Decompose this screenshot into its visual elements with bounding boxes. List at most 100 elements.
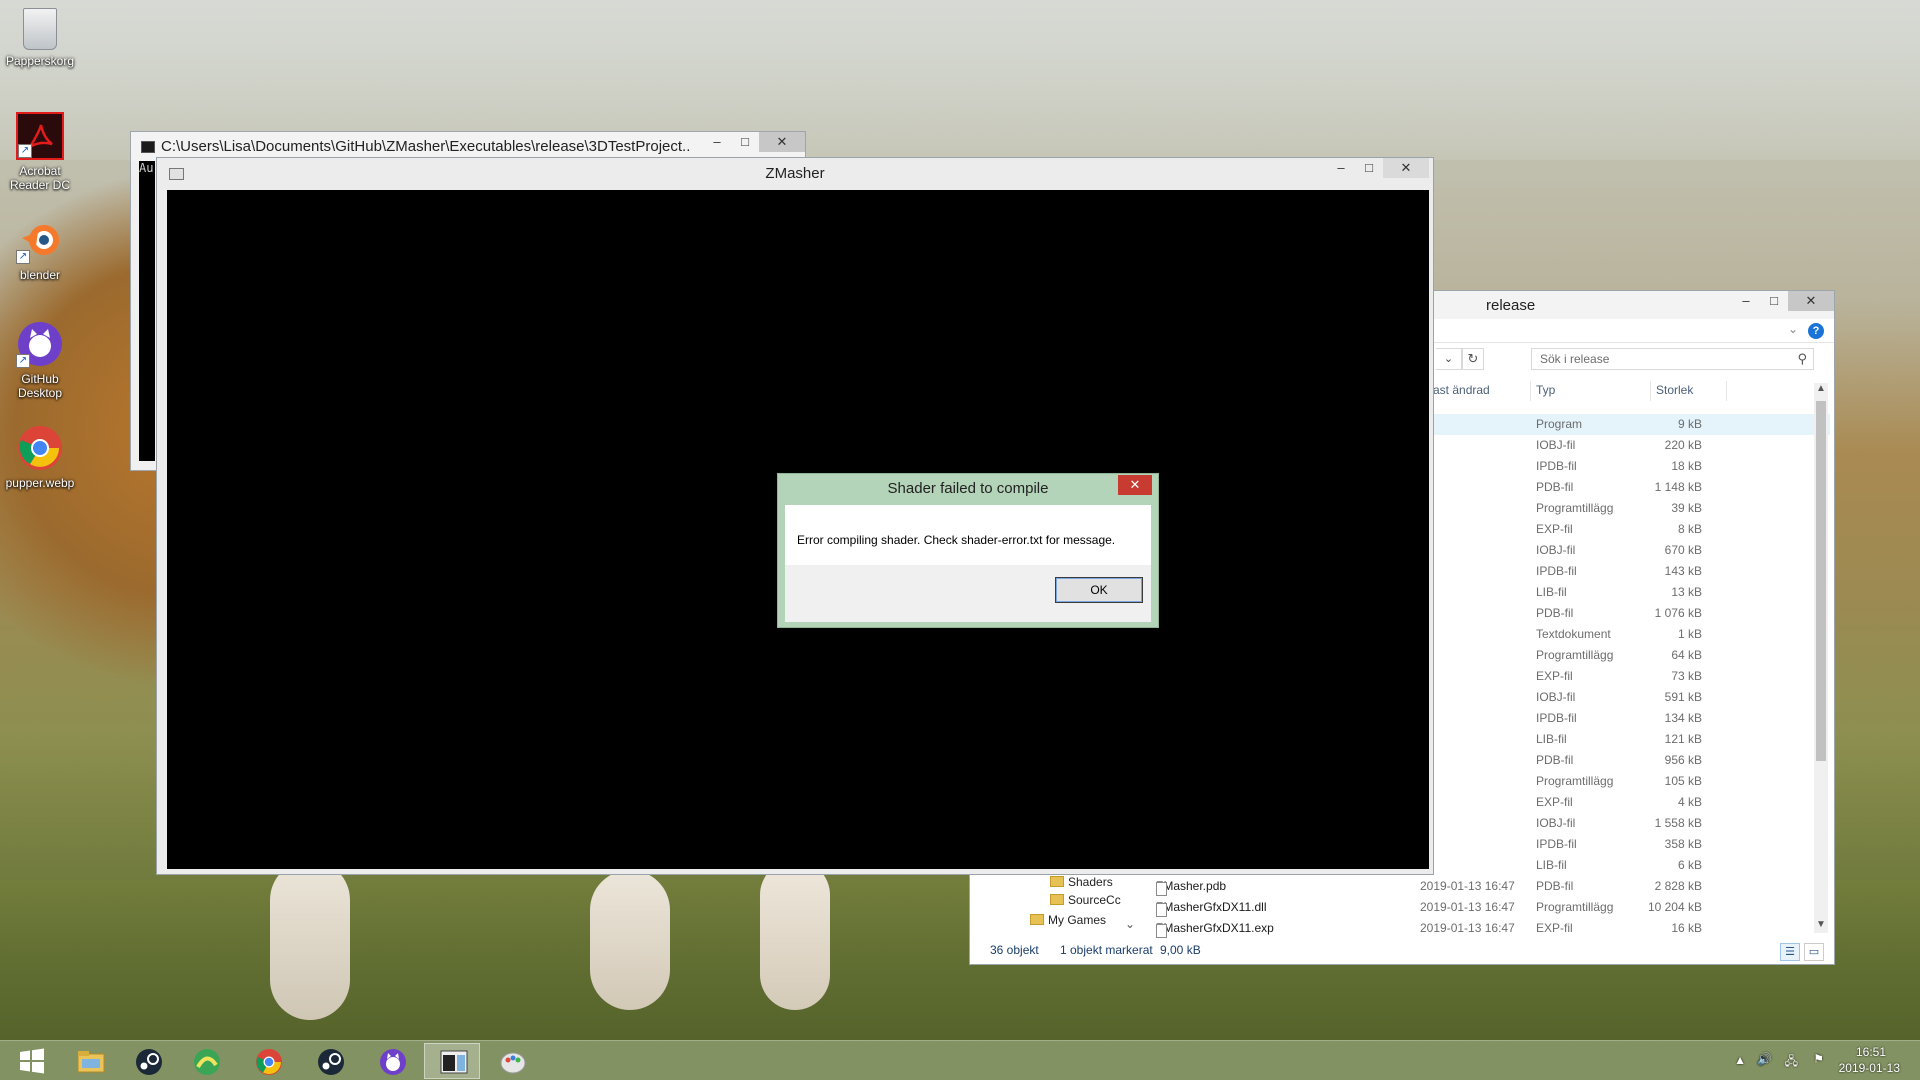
desktop-icon-github-desktop[interactable]: ↗ GitHub Desktop — [2, 320, 78, 400]
maximize-button[interactable]: □ — [1355, 158, 1383, 178]
ribbon-expand-icon[interactable]: ⌄ — [1788, 322, 1798, 336]
file-type: IPDB-fil — [1536, 711, 1577, 725]
file-size: 1 558 kB — [1654, 816, 1702, 830]
taskbar-steam[interactable] — [120, 1043, 176, 1079]
file-type: LIB-fil — [1536, 858, 1567, 872]
wallpaper-lamb-leg — [760, 860, 830, 1010]
console-app-icon — [141, 140, 155, 153]
maximize-button[interactable]: □ — [731, 132, 759, 152]
file-type: PDB-fil — [1536, 606, 1574, 620]
ok-button[interactable]: OK — [1055, 577, 1143, 603]
desktop-icon-blender[interactable]: ↗ blender — [2, 216, 78, 282]
file-type: IOBJ-fil — [1536, 438, 1576, 452]
file-explorer-icon — [77, 1051, 105, 1073]
file-type: PDB-fil — [1536, 480, 1574, 494]
desktop-icon-recycle-bin[interactable]: Papperskorg — [2, 8, 78, 68]
volume-icon[interactable]: 🔊 — [1757, 1052, 1772, 1066]
nav-item-sourcecode[interactable]: SourceCc — [1050, 893, 1121, 907]
file-type: Programtillägg — [1536, 900, 1614, 914]
file-size: 8 kB — [1677, 522, 1702, 536]
console-output: Au — [139, 161, 155, 461]
help-icon[interactable]: ? — [1808, 323, 1824, 339]
dialog-message: Error compiling shader. Check shader-err… — [797, 533, 1116, 547]
error-dialog[interactable]: Shader failed to compile ✕ Error compili… — [777, 473, 1159, 628]
shortcut-arrow-icon: ↗ — [16, 354, 30, 368]
file-icon — [1156, 882, 1167, 896]
file-size: 39 kB — [1671, 501, 1702, 515]
taskbar-github-desktop[interactable] — [364, 1043, 420, 1079]
chrome-icon — [256, 1049, 282, 1075]
file-list-scrollbar[interactable]: ▲ ▼ — [1814, 383, 1828, 933]
file-type: PDB-fil — [1536, 879, 1574, 893]
desktop-icon-acrobat[interactable]: ↗ Acrobat Reader DC — [2, 112, 78, 192]
file-type: IOBJ-fil — [1536, 816, 1576, 830]
start-button[interactable] — [4, 1043, 60, 1079]
desktop-icon-label: Reader DC — [9, 178, 71, 192]
file-size: 6 kB — [1677, 858, 1702, 872]
file-type: EXP-fil — [1536, 522, 1573, 536]
network-icon[interactable]: 🖧 — [1785, 1052, 1798, 1073]
dialog-footer: OK — [785, 565, 1151, 622]
column-size[interactable]: Storlek — [1656, 383, 1693, 397]
taskbar-steam-2[interactable] — [302, 1043, 358, 1079]
taskbar-paint[interactable] — [484, 1043, 540, 1079]
address-dropdown-icon[interactable]: ⌄ — [1436, 348, 1462, 370]
file-name: ZMasher.pdb — [1156, 879, 1226, 896]
scroll-up-icon[interactable]: ▲ — [1814, 383, 1828, 397]
minimize-button[interactable]: – — [1327, 158, 1355, 178]
dialog-close-button[interactable]: ✕ — [1118, 475, 1152, 495]
dialog-body: Error compiling shader. Check shader-err… — [785, 505, 1151, 622]
close-button[interactable]: ✕ — [1383, 158, 1429, 178]
minimize-button[interactable]: – — [703, 132, 731, 152]
file-type: Textdokument — [1536, 627, 1611, 641]
file-type: IPDB-fil — [1536, 459, 1577, 473]
tray-expand-icon[interactable]: ▲ — [1734, 1053, 1746, 1067]
file-size: 10 204 kB — [1647, 900, 1702, 914]
taskbar-chrome[interactable] — [240, 1043, 296, 1079]
taskbar-file-explorer[interactable] — [62, 1043, 118, 1079]
scroll-thumb[interactable] — [1816, 401, 1826, 761]
file-size: 2 828 kB — [1654, 879, 1702, 893]
refresh-icon[interactable]: ↻ — [1462, 348, 1484, 370]
taskbar-map-app[interactable] — [178, 1043, 234, 1079]
nav-scroll-down-icon[interactable]: ⌄ — [1125, 917, 1135, 931]
file-date: 2019-01-13 16:47 — [1420, 921, 1515, 935]
file-size: 956 kB — [1664, 753, 1702, 767]
close-button[interactable]: ✕ — [759, 132, 805, 152]
zmasher-titlebar[interactable]: ZMasher – □ ✕ — [157, 158, 1433, 190]
column-type[interactable]: Typ — [1536, 383, 1555, 397]
desktop-icon-label: Papperskorg — [5, 54, 75, 68]
chrome-icon — [16, 424, 64, 472]
github-desktop-icon — [380, 1049, 406, 1075]
clock-date[interactable]: 2019-01-13 — [1839, 1061, 1900, 1075]
file-size: 73 kB — [1671, 669, 1702, 683]
taskbar-console-window[interactable] — [424, 1043, 480, 1079]
clock-time[interactable]: 16:51 — [1856, 1045, 1886, 1059]
wallpaper-lamb-leg — [590, 870, 670, 1010]
file-size: 1 076 kB — [1654, 606, 1702, 620]
maximize-button[interactable]: □ — [1760, 291, 1788, 311]
recycle-bin-icon — [23, 8, 57, 50]
scroll-down-icon[interactable]: ▼ — [1814, 919, 1828, 933]
file-type: IOBJ-fil — [1536, 543, 1576, 557]
explorer-title: release — [1486, 297, 1536, 314]
details-view-icon[interactable]: ☰ — [1780, 943, 1800, 961]
file-size: 591 kB — [1664, 690, 1702, 704]
file-size: 1 kB — [1677, 627, 1702, 641]
column-date-modified[interactable]: ast ändrad — [1433, 383, 1490, 397]
nav-item-my-games[interactable]: My Games — [1030, 913, 1106, 927]
file-size: 121 kB — [1664, 732, 1702, 746]
action-center-icon[interactable]: ⚑ — [1813, 1052, 1824, 1066]
file-type: EXP-fil — [1536, 669, 1573, 683]
file-size: 1 148 kB — [1654, 480, 1702, 494]
large-icons-view-icon[interactable]: ▭ — [1804, 943, 1824, 961]
minimize-button[interactable]: – — [1732, 291, 1760, 311]
nav-item-shaders[interactable]: Shaders — [1050, 875, 1113, 889]
map-app-icon — [194, 1049, 220, 1075]
file-size: 13 kB — [1671, 585, 1702, 599]
file-date: 2019-01-13 16:47 — [1420, 879, 1515, 893]
search-input[interactable]: Sök i release ⚲ — [1531, 348, 1814, 370]
desktop-icon-pupper[interactable]: pupper.webp — [2, 424, 78, 490]
folder-icon — [1030, 914, 1044, 925]
close-button[interactable]: ✕ — [1788, 291, 1834, 311]
